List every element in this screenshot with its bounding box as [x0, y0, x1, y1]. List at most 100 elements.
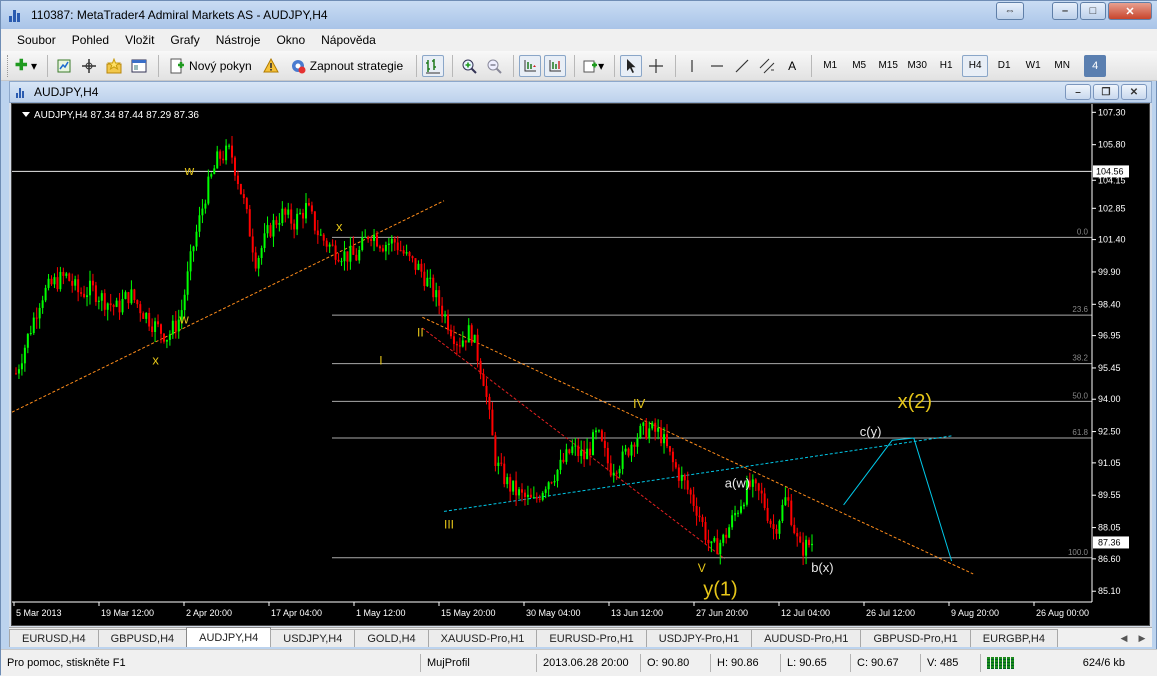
indicators-button[interactable]: ▾: [580, 55, 606, 77]
projection-path: [843, 437, 953, 562]
candle-body: [251, 236, 254, 253]
price-tick-label: 91.05: [1098, 458, 1121, 468]
timeframe-h1[interactable]: H1: [933, 55, 959, 77]
candle-body: [118, 300, 121, 313]
chart-shift-button[interactable]: [544, 54, 567, 77]
candle-body: [411, 256, 414, 259]
candle-body: [313, 211, 316, 231]
timeframe-m15[interactable]: M15: [875, 55, 901, 77]
candle-body: [97, 300, 100, 302]
tab-usdjpy-pro-h1[interactable]: USDJPY-Pro,H1: [645, 629, 753, 647]
candle-body: [414, 258, 417, 270]
maximize-button[interactable]: □: [1080, 2, 1106, 20]
timeframe-w1[interactable]: W1: [1020, 55, 1046, 77]
chart-close-button[interactable]: ✕: [1121, 84, 1147, 100]
status-profile[interactable]: MujProfil: [421, 654, 537, 672]
terminal-button[interactable]: [128, 55, 150, 77]
menu-napoveda[interactable]: Nápověda: [313, 33, 384, 47]
status-close: C: 90.67: [851, 654, 921, 672]
candle-body: [228, 145, 231, 147]
badge-4-icon[interactable]: 4: [1084, 54, 1107, 77]
timeframe-m30[interactable]: M30: [904, 55, 930, 77]
cursor-button[interactable]: [620, 54, 643, 77]
bar-chart-button[interactable]: [422, 54, 445, 77]
candle-body: [231, 145, 234, 158]
horizontal-line-button[interactable]: [706, 55, 728, 77]
candle-body: [91, 280, 94, 286]
tab-scroll-left-icon[interactable]: ◀: [1116, 631, 1132, 645]
timeframe-d1[interactable]: D1: [991, 55, 1017, 77]
new-order-button[interactable]: Nový pokyn: [164, 55, 257, 77]
candle-body: [106, 303, 109, 310]
tab-eurusd-pro-h1[interactable]: EURUSD-Pro,H1: [536, 629, 647, 647]
candle-body: [287, 209, 290, 215]
toolbar-separator: [614, 54, 616, 77]
channel-button[interactable]: [756, 55, 778, 77]
timeframe-mn[interactable]: MN: [1049, 55, 1075, 77]
candle-body: [423, 271, 426, 287]
favorites-button[interactable]: [103, 55, 125, 77]
crosshair-button[interactable]: [645, 55, 667, 77]
vertical-line-button[interactable]: [681, 55, 703, 77]
chart-window-title: AUDJPY,H4: [34, 85, 99, 99]
candle-body: [479, 360, 482, 375]
menu-nastroje[interactable]: Nástroje: [208, 33, 269, 47]
candle-body: [352, 246, 355, 255]
candle-body: [62, 271, 65, 276]
candle-body: [689, 489, 692, 495]
menu-grafy[interactable]: Grafy: [162, 33, 207, 47]
text-tool-button[interactable]: A: [781, 55, 803, 77]
header-dropdown-icon[interactable]: [22, 112, 30, 117]
candle-body: [523, 492, 526, 497]
trendline-button[interactable]: [731, 55, 753, 77]
chart-canvas[interactable]: 0.0 23.6 38.2 50.0 61.8 100.0 104.56 w w x x I II I…: [11, 103, 1150, 626]
candle-body: [663, 434, 666, 444]
zoom-out-button[interactable]: [483, 55, 505, 77]
close-button[interactable]: ✕: [1108, 2, 1152, 20]
menu-okno[interactable]: Okno: [268, 33, 313, 47]
candle-body: [751, 479, 754, 487]
menu-vlozit[interactable]: Vložit: [117, 33, 162, 47]
navigator-button[interactable]: [78, 55, 100, 77]
chart-window-titlebar[interactable]: AUDJPY,H4 – ❐ ✕: [9, 81, 1152, 103]
tab-eurgbp-h4[interactable]: EURGBP,H4: [969, 629, 1058, 647]
zoom-in-button[interactable]: [458, 55, 480, 77]
tab-usdjpy-h4[interactable]: USDJPY,H4: [270, 629, 356, 647]
tab-scroll-right-icon[interactable]: ▶: [1134, 631, 1150, 645]
candle-body: [35, 317, 38, 319]
auto-scroll-button[interactable]: [519, 54, 542, 77]
price-chart[interactable]: 0.023.638.250.061.8100.0 104.56 wwxxIIII…: [12, 104, 1151, 627]
tab-gold-h4[interactable]: GOLD,H4: [354, 629, 429, 647]
date-tick-label: 2 Apr 20:00: [186, 608, 232, 618]
autotrading-button[interactable]: Zapnout strategie: [285, 55, 408, 77]
new-chart-button[interactable]: ✚ ▾: [13, 55, 39, 77]
tab-gbpusd-h4[interactable]: GBPUSD,H4: [97, 629, 188, 647]
minimize-button[interactable]: –: [1052, 2, 1078, 20]
candle-body: [266, 225, 269, 234]
tab-audusd-pro-h1[interactable]: AUDUSD-Pro,H1: [751, 629, 862, 647]
tab-audjpy-h4[interactable]: AUDJPY,H4: [186, 627, 272, 647]
candle-body: [44, 287, 47, 301]
market-watch-button[interactable]: [53, 55, 75, 77]
restore-icon-button[interactable]: ⇔: [996, 2, 1024, 20]
status-bar: Pro pomoc, stiskněte F1 MujProfil 2013.0…: [1, 649, 1157, 676]
menu-pohled[interactable]: Pohled: [64, 33, 117, 47]
candle-body: [802, 542, 805, 556]
alert-button[interactable]: [260, 55, 282, 77]
tab-xauusd-pro-h1[interactable]: XAUUSD-Pro,H1: [427, 629, 538, 647]
chart-restore-button[interactable]: ❐: [1093, 84, 1119, 100]
tab-eurusd-h4[interactable]: EURUSD,H4: [9, 629, 99, 647]
menu-soubor[interactable]: Soubor: [9, 33, 64, 47]
timeframe-m5[interactable]: M5: [846, 55, 872, 77]
title-bar[interactable]: 110387: MetaTrader4 Admiral Markets AS -…: [1, 1, 1157, 29]
candle-body: [56, 277, 59, 290]
timeframe-h4[interactable]: H4: [962, 54, 989, 77]
tab-gbpusd-pro-h1[interactable]: GBPUSD-Pro,H1: [860, 629, 971, 647]
candle-body: [521, 489, 524, 493]
candle-body: [710, 541, 713, 544]
date-tick-label: 13 Jun 12:00: [611, 608, 663, 618]
timeframe-m1[interactable]: M1: [817, 55, 843, 77]
candle-body: [136, 299, 139, 305]
toolbar-grip[interactable]: [7, 54, 10, 77]
chart-minimize-button[interactable]: –: [1065, 84, 1091, 100]
